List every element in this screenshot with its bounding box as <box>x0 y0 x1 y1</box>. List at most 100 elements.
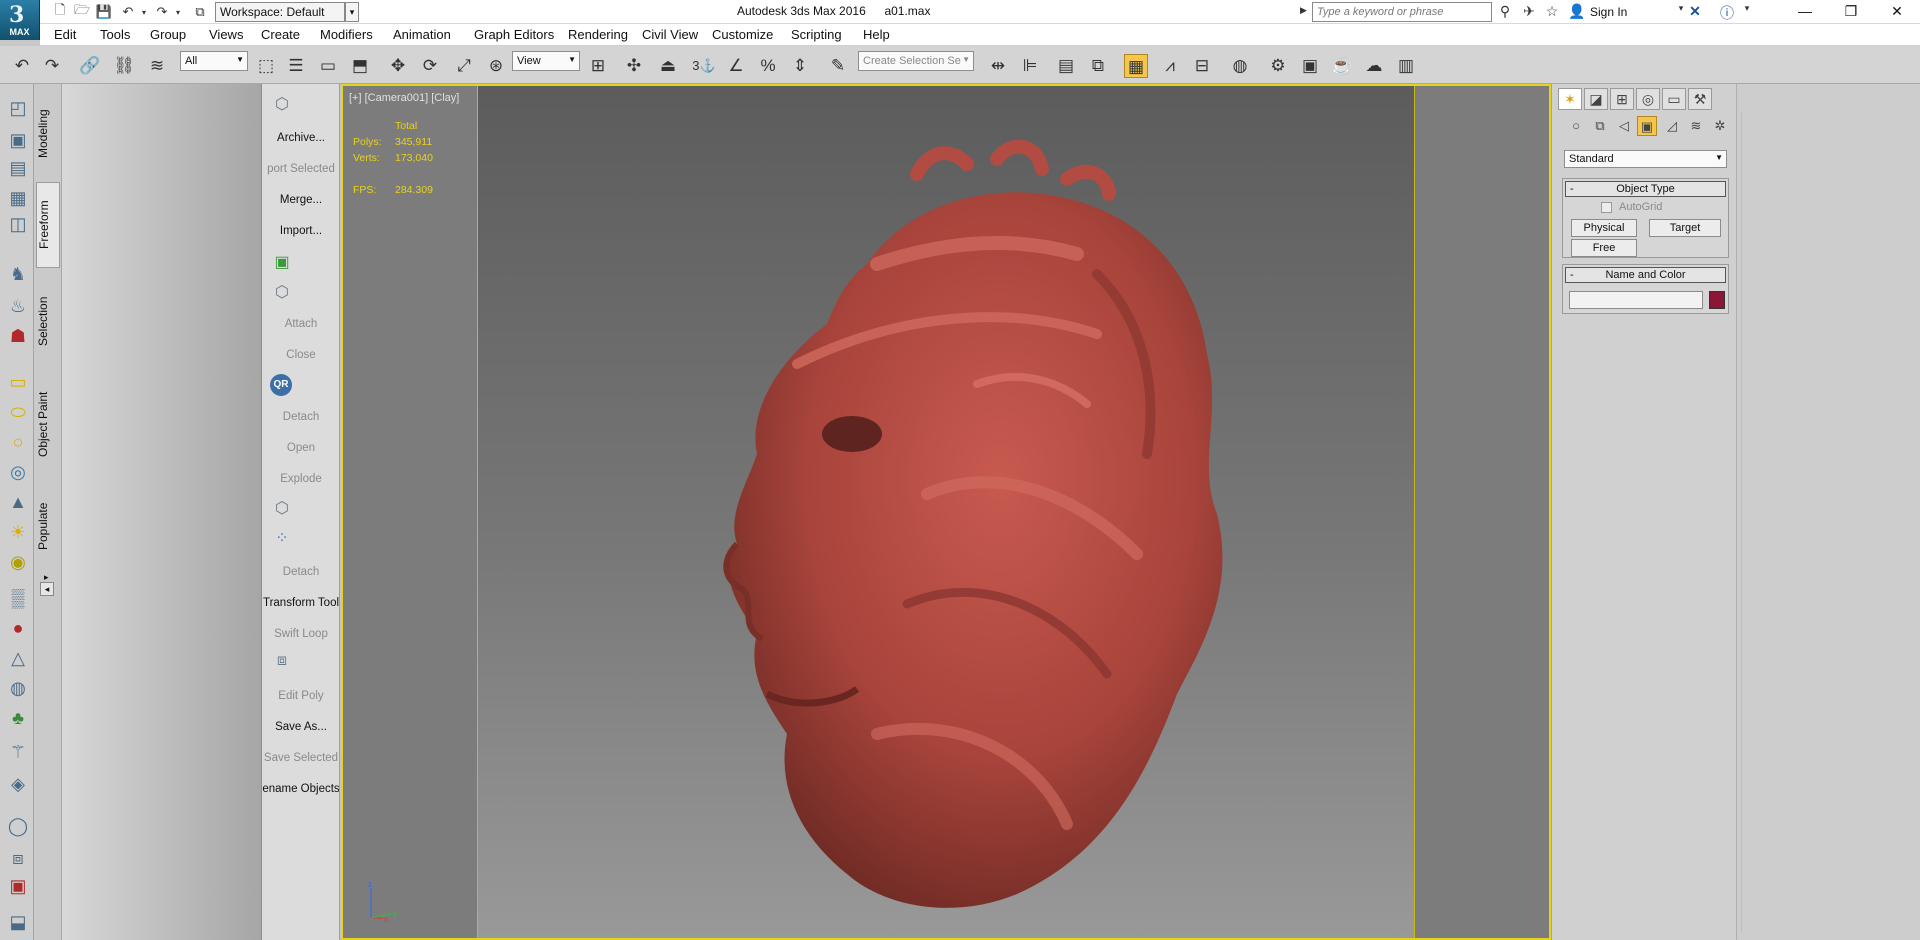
rename-objects-button[interactable]: ename Objects <box>262 783 339 795</box>
geometry-cube-icon[interactable]: ⬡ <box>270 498 294 520</box>
tab-motion[interactable]: ◎ <box>1636 88 1660 110</box>
exchange-apps-icon[interactable]: ✕ <box>1686 3 1704 21</box>
quad-remesh-badge[interactable]: QR <box>270 374 292 396</box>
sign-in-link[interactable]: Sign In <box>1590 5 1627 19</box>
menu-edit[interactable]: Edit <box>54 27 76 42</box>
box-edit-icon[interactable]: ⬡ <box>270 282 294 304</box>
paint-deform-icon[interactable]: ⬡ <box>270 94 294 116</box>
close-window-button[interactable]: ✕ <box>1874 0 1920 24</box>
light-icon[interactable]: ☀ <box>6 520 30 544</box>
tab-utilities[interactable]: ⚒ <box>1688 88 1712 110</box>
toggle-layers-icon[interactable]: ⧉ <box>1086 54 1110 78</box>
output-icon[interactable]: ⬓ <box>6 910 30 934</box>
attach-button[interactable]: Attach <box>262 318 339 330</box>
layers-icon[interactable]: ⧈ <box>270 652 294 674</box>
import-button[interactable]: Import... <box>262 225 339 237</box>
material-editor-icon[interactable]: ◍ <box>1228 54 1252 78</box>
menu-scripting[interactable]: Scripting <box>791 27 842 42</box>
curve-editor-icon[interactable]: ⩘ <box>1158 54 1182 78</box>
redo-icon[interactable]: ↷ <box>40 54 64 78</box>
explode-button[interactable]: Explode <box>262 473 339 485</box>
save-as-button[interactable]: Save As... <box>262 721 339 733</box>
systems-icon[interactable]: ✲ <box>1710 116 1730 136</box>
named-selection-set-select[interactable]: Create Selection Se ▼ <box>858 51 974 71</box>
render-setup-icon[interactable]: ⚙ <box>1266 54 1290 78</box>
transform-tool-button[interactable]: Transform Tool <box>262 597 339 609</box>
redo-dropdown-icon[interactable]: ▾ <box>168 3 188 21</box>
shapes-icon[interactable]: ⧉ <box>1590 116 1610 136</box>
select-and-move-icon[interactable]: ✥ <box>386 54 410 78</box>
edit-named-selection-icon[interactable]: ✎ <box>826 54 850 78</box>
category-select[interactable]: Standard ▼ <box>1564 150 1727 168</box>
a360-gallery-icon[interactable]: ▥ <box>1394 54 1418 78</box>
open-button[interactable]: Open <box>262 442 339 454</box>
project-folder-icon[interactable]: ⧉ <box>190 3 210 21</box>
target-camera-button[interactable]: Target <box>1649 219 1721 237</box>
workspace-select[interactable]: Workspace: Default <box>215 2 345 22</box>
workspace-dropdown-icon[interactable]: ▾ <box>345 2 359 22</box>
bind-to-space-warp-icon[interactable]: ≋ <box>145 54 169 78</box>
merge-button[interactable]: Merge... <box>262 194 339 206</box>
render-window-icon[interactable]: ▣ <box>6 874 30 898</box>
hair-icon[interactable]: ⚚ <box>6 740 30 764</box>
ribbon-collapse-icon[interactable]: ◂ <box>40 582 54 596</box>
teapot-icon[interactable]: ♨ <box>6 294 30 318</box>
helpers-icon[interactable]: ◿ <box>1662 116 1682 136</box>
percent-snap-icon[interactable]: % <box>756 54 780 78</box>
tab-object-paint[interactable]: Object Paint <box>36 374 60 474</box>
save-file-icon[interactable]: 💾 <box>94 3 114 21</box>
help-dropdown-icon[interactable]: ▾ <box>1738 3 1756 21</box>
search-input[interactable]: Type a keyword or phrase <box>1312 2 1492 22</box>
menu-rendering[interactable]: Rendering <box>568 27 628 42</box>
menu-customize[interactable]: Customize <box>712 27 773 42</box>
open-file-icon[interactable]: 🗁 <box>72 2 92 21</box>
unlink-selection-icon[interactable]: ⛓ <box>112 54 136 78</box>
cylinder-icon[interactable]: ⬭ <box>6 400 30 424</box>
select-and-rotate-icon[interactable]: ⟳ <box>418 54 442 78</box>
tab-freeform[interactable]: Freeform <box>36 182 60 268</box>
tab-hierarchy[interactable]: ⊞ <box>1610 88 1634 110</box>
space-warps-icon[interactable]: ≋ <box>1686 116 1706 136</box>
menu-create[interactable]: Create <box>261 27 300 42</box>
sphere-icon[interactable]: ○ <box>6 430 30 454</box>
vertex-cluster-icon[interactable]: ⁘ <box>270 528 294 550</box>
select-and-link-icon[interactable]: 🔗 <box>78 54 102 78</box>
render-in-cloud-icon[interactable]: ☁ <box>1362 54 1386 78</box>
detach-button[interactable]: Detach <box>262 411 339 423</box>
rectangular-selection-icon[interactable]: ▭ <box>316 54 340 78</box>
export-selected-button[interactable]: port Selected <box>262 163 339 175</box>
particles-icon[interactable]: ● <box>6 616 30 640</box>
render-production-icon[interactable]: ☕ <box>1330 54 1354 78</box>
swift-loop-button[interactable]: Swift Loop <box>262 628 339 640</box>
modeling-tool-icon[interactable]: ◰ <box>6 96 30 120</box>
tab-display[interactable]: ▭ <box>1662 88 1686 110</box>
tab-modeling[interactable]: Modeling <box>36 96 60 172</box>
menu-graph-editors[interactable]: Graph Editors <box>474 27 554 42</box>
camera-viewport[interactable]: [+] [Camera001] [Clay] Total Polys: 345,9… <box>341 84 1551 940</box>
menu-civil-view[interactable]: Civil View <box>642 27 698 42</box>
geometry-icon[interactable]: ○ <box>1566 116 1586 136</box>
menu-modifiers[interactable]: Modifiers <box>320 27 373 42</box>
torus-icon[interactable]: ◉ <box>6 550 30 574</box>
cameras-icon[interactable]: ▣ <box>1637 116 1657 136</box>
foliage-icon[interactable]: ♣ <box>6 706 30 730</box>
search-expand-icon[interactable]: ▶ <box>1300 5 1307 16</box>
object-type-header[interactable]: - Object Type <box>1565 181 1726 197</box>
archive-button[interactable]: Archive... <box>262 132 339 144</box>
character-rig-icon[interactable]: ♞ <box>6 262 30 286</box>
tab-populate[interactable]: Populate <box>36 484 60 568</box>
helper-icon[interactable]: △ <box>6 646 30 670</box>
select-and-place-icon[interactable]: ⊛ <box>484 54 508 78</box>
viewport-label-menu[interactable]: [+] [Camera001] [Clay] <box>349 92 459 104</box>
free-camera-button[interactable]: Free <box>1571 239 1637 257</box>
menu-group[interactable]: Group <box>150 27 186 42</box>
biped-icon[interactable]: ☗ <box>6 324 30 348</box>
close-button[interactable]: Close <box>262 349 339 361</box>
green-object-icon[interactable]: ▣ <box>270 252 294 274</box>
edit-poly-button[interactable]: Edit Poly <box>262 690 339 702</box>
new-file-icon[interactable]: 🗋 <box>50 2 70 21</box>
selection-filter-select[interactable]: All ▼ <box>180 51 248 71</box>
pivot-center-icon[interactable]: ⊞ <box>586 54 610 78</box>
geosphere-icon[interactable]: ◎ <box>6 460 30 484</box>
window-crossing-icon[interactable]: ⬒ <box>348 54 372 78</box>
